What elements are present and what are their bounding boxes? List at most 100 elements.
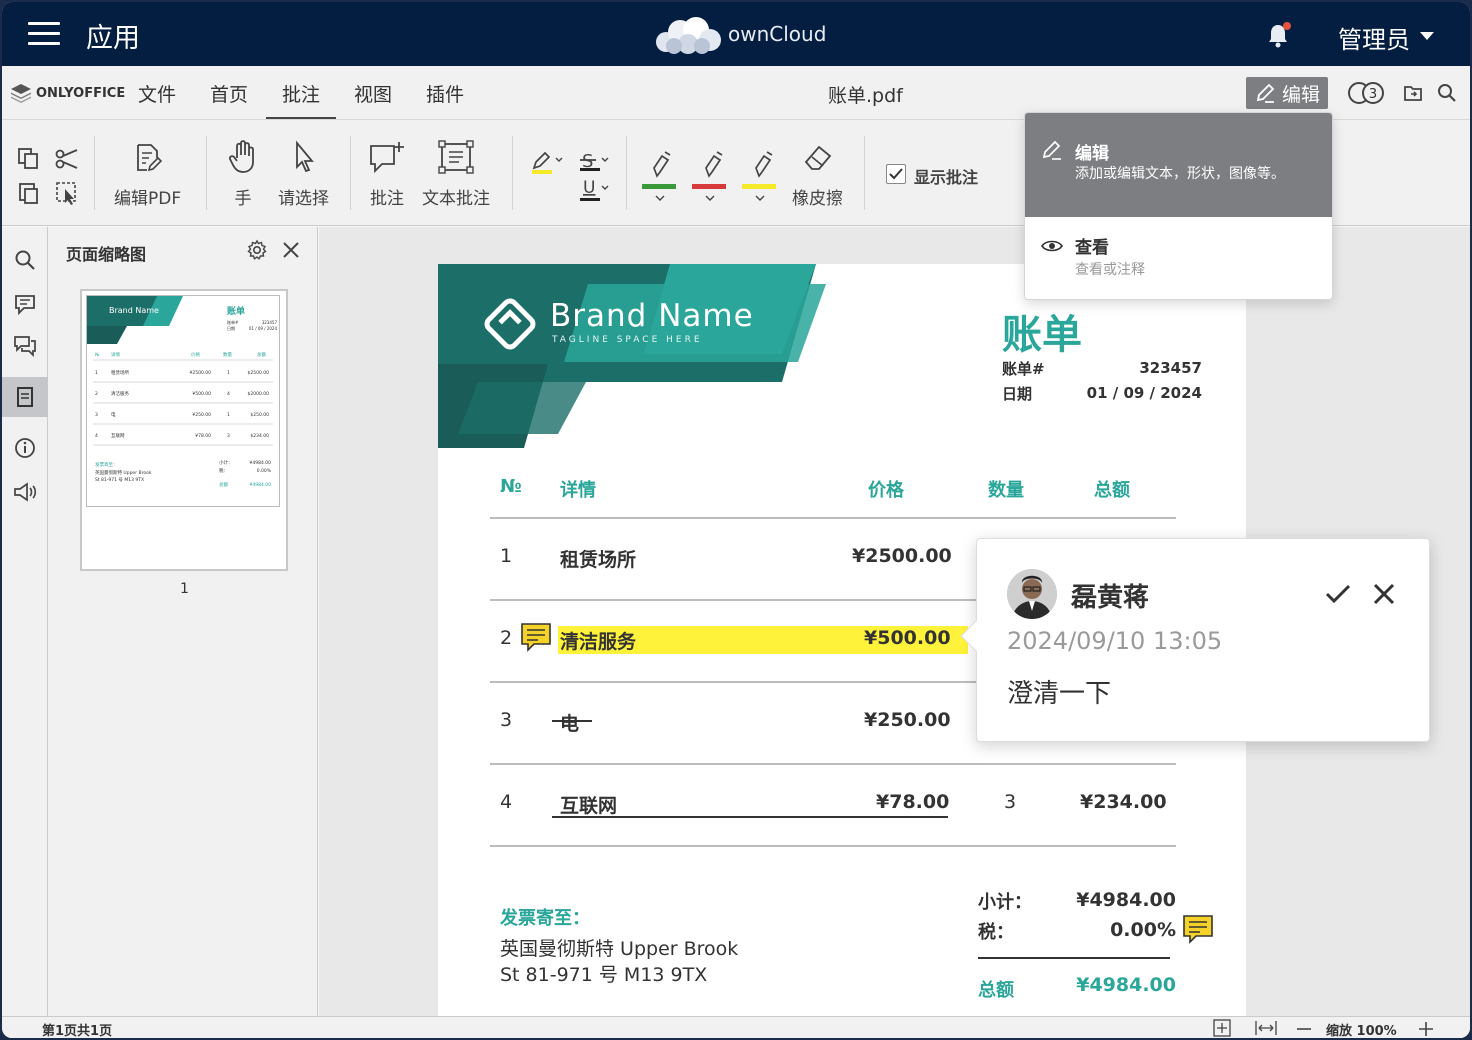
feedback-icon[interactable] xyxy=(12,479,38,505)
tab-file[interactable]: 文件 xyxy=(138,80,176,107)
brand-tagline: TAGLINE SPACE HERE xyxy=(552,335,703,345)
chevron-down-icon[interactable] xyxy=(704,194,716,202)
text-comment-button[interactable]: 文本批注 xyxy=(422,140,490,209)
zoom-in-icon[interactable] xyxy=(1416,1019,1436,1037)
app-title: 应用 xyxy=(86,23,140,54)
menu-item-view-title: 查看 xyxy=(1075,238,1109,258)
open-location-icon[interactable] xyxy=(1402,82,1424,104)
thumb-cell: ¥500.00 xyxy=(192,391,211,397)
chevron-down-icon[interactable] xyxy=(1420,32,1434,40)
strikeout-annotation[interactable] xyxy=(552,720,592,722)
edit-mode-dropdown: 编辑 添加或编辑文本，形状，图像等。 查看 查看或注释 xyxy=(1024,112,1333,300)
ship-to-label: 发票寄至： xyxy=(500,908,590,929)
zoom-out-icon[interactable] xyxy=(1294,1019,1314,1037)
edit-pdf-label: 编辑PDF xyxy=(114,189,182,209)
comment-popup: 磊黄蒋 2024/09/10 13:05 澄清一下 xyxy=(960,538,1430,742)
pencil-icon xyxy=(1042,140,1061,160)
co-users-icon[interactable]: 3 xyxy=(1348,80,1388,106)
paste-icon[interactable] xyxy=(16,180,42,206)
status-bar: 第1页共1页 缩放 100% xyxy=(2,1016,1470,1038)
thumb-subtotal-label: 小计： xyxy=(219,459,233,466)
total-label: 总额 xyxy=(978,980,1014,1001)
search-icon[interactable] xyxy=(1436,82,1458,104)
bill-number: 323457 xyxy=(1139,359,1202,377)
resolve-check-icon[interactable] xyxy=(1323,581,1353,607)
search-icon[interactable] xyxy=(12,247,38,273)
thumbnails-icon[interactable] xyxy=(12,384,38,410)
chat-icon[interactable] xyxy=(12,333,38,359)
thumb-cell: 租赁场所 xyxy=(111,369,129,376)
hand-tool-button[interactable]: 手 xyxy=(228,140,258,209)
date-label: 日期 xyxy=(1002,385,1033,403)
thumb-total-label: 总额 xyxy=(219,481,228,488)
pen-yellow-swatch xyxy=(742,184,776,189)
cut-icon[interactable] xyxy=(54,146,80,172)
tab-comment[interactable]: 批注 xyxy=(265,80,337,119)
brand-name: Brand Name xyxy=(550,298,754,334)
onlyoffice-logo-text: ONLYOFFICE xyxy=(36,85,126,101)
invoice-title: 账单 xyxy=(1002,312,1082,358)
show-comments-checkbox[interactable] xyxy=(886,164,906,184)
row-4-qty: 3 xyxy=(1004,791,1017,813)
table-divider xyxy=(490,845,1176,847)
owncloud-logo-icon xyxy=(656,17,721,54)
user-menu[interactable]: 管理员 xyxy=(1338,20,1410,55)
thumb-cell: $2500.00 xyxy=(248,370,270,376)
bill-date: 01 / 09 / 2024 xyxy=(1086,384,1202,402)
comment-date: 2024/09/10 13:05 xyxy=(1007,627,1223,655)
comment-note-icon[interactable] xyxy=(1182,914,1214,944)
page-info: 第1页共1页 xyxy=(42,1024,113,1038)
select-all-icon[interactable] xyxy=(54,180,80,206)
show-comments-label[interactable]: 显示批注 xyxy=(914,164,978,188)
page-thumbnail[interactable]: Brand Name 账单 账单# 323457 日期 01 / 09 / 2024 №… xyxy=(80,289,288,571)
pen-red-icon[interactable] xyxy=(700,148,730,182)
fit-width-icon[interactable] xyxy=(1254,1019,1278,1037)
close-icon[interactable] xyxy=(1371,581,1397,607)
row-3-no: 3 xyxy=(500,709,513,731)
underline-annotation[interactable] xyxy=(552,816,948,818)
document-name: 账单.pdf xyxy=(828,85,903,107)
thumb-date-label: 日期 xyxy=(227,325,235,331)
thumb-cell: 1 xyxy=(227,370,230,376)
pen-green-icon[interactable] xyxy=(648,148,678,182)
chevron-down-icon[interactable] xyxy=(654,194,666,202)
row-3-price: ¥250.00 xyxy=(864,709,951,731)
info-icon[interactable] xyxy=(12,435,38,461)
tab-plugins[interactable]: 插件 xyxy=(426,80,464,107)
menu-item-view[interactable]: 查看 查看或注释 xyxy=(1025,217,1332,299)
select-tool-label: 请选择 xyxy=(278,189,329,209)
menu-item-edit[interactable]: 编辑 添加或编辑文本，形状，图像等。 xyxy=(1025,113,1332,217)
thumb-cell: ¥2500.00 xyxy=(190,370,212,376)
close-icon[interactable] xyxy=(280,239,302,261)
fit-page-icon[interactable] xyxy=(1212,1019,1232,1037)
edit-pdf-button[interactable]: 编辑PDF xyxy=(114,142,181,209)
select-tool-button[interactable]: 请选择 xyxy=(278,140,329,209)
thumb-cell: 互联网 xyxy=(111,432,125,439)
pen-yellow-icon[interactable] xyxy=(750,148,780,182)
thumb-subtotal: ¥4984.00 xyxy=(250,460,272,466)
thumb-header: 价格 xyxy=(191,351,200,358)
tab-view[interactable]: 视图 xyxy=(354,80,392,107)
chevron-down-icon[interactable] xyxy=(754,194,766,202)
thumb-ship-line: 英国曼彻斯特 Upper Brook xyxy=(95,469,152,476)
comments-panel-icon[interactable] xyxy=(12,291,38,317)
row-4-item: 互联网 xyxy=(560,795,618,817)
comment-note-icon[interactable] xyxy=(520,622,552,652)
subtotal-value: ¥4984.00 xyxy=(1076,889,1176,911)
ship-address-line-1: 英国曼彻斯特 Upper Brook xyxy=(500,938,739,960)
svg-text:U: U xyxy=(583,178,595,198)
tab-home[interactable]: 首页 xyxy=(210,80,248,107)
checkmark-icon xyxy=(889,168,903,180)
thumb-ship-label: 发票寄至： xyxy=(95,461,118,468)
menu-item-edit-desc: 添加或编辑文本，形状，图像等。 xyxy=(1075,166,1285,182)
copy-icon[interactable] xyxy=(16,146,42,172)
column-header-item: 详情 xyxy=(560,480,596,501)
gear-icon[interactable] xyxy=(246,239,268,261)
onlyoffice-logo: ONLYOFFICE xyxy=(10,83,125,103)
add-comment-button[interactable]: 批注 xyxy=(368,140,406,209)
edit-mode-button[interactable]: 编辑 xyxy=(1246,77,1328,109)
thumb-cell: 3 xyxy=(227,433,230,439)
eraser-button[interactable]: 橡皮擦 xyxy=(792,142,843,209)
thumb-cell: 3 xyxy=(95,412,98,418)
menu-icon[interactable] xyxy=(28,22,60,46)
